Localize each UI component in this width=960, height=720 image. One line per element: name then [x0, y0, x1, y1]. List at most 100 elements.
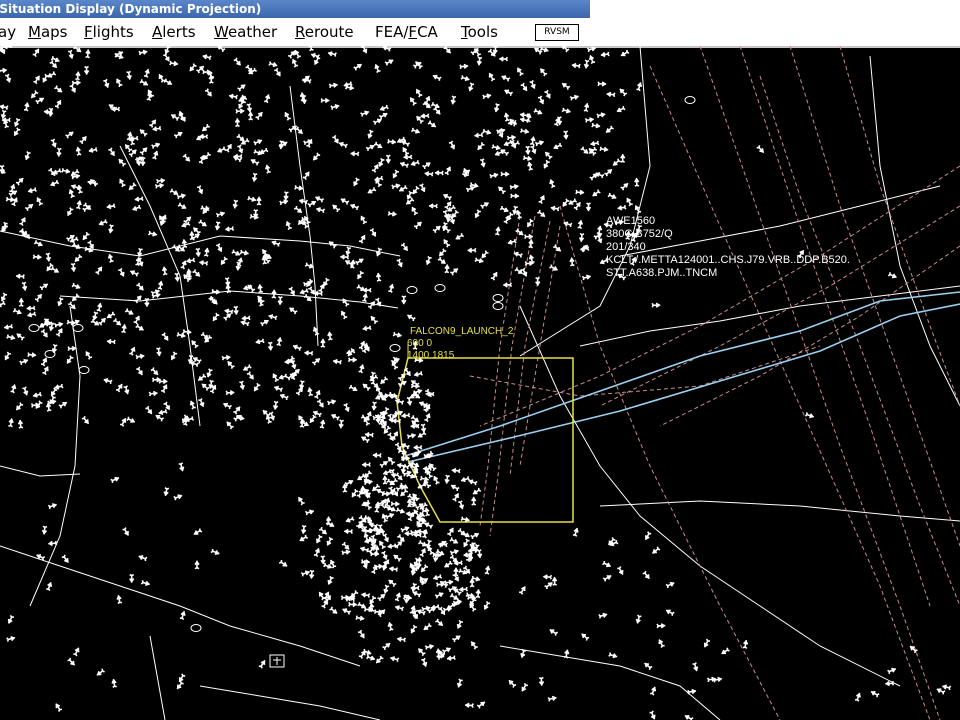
aircraft-icon[interactable] — [50, 387, 58, 397]
aircraft-icon[interactable] — [419, 476, 430, 482]
aircraft-icon[interactable] — [170, 351, 178, 361]
aircraft-icon[interactable] — [5, 73, 12, 83]
aircraft-icon[interactable] — [113, 318, 122, 326]
aircraft-icon[interactable] — [444, 579, 454, 586]
aircraft-icon[interactable] — [163, 401, 172, 411]
aircraft-icon[interactable] — [122, 527, 131, 537]
aircraft-icon[interactable] — [75, 71, 81, 81]
aircraft-icon[interactable] — [421, 657, 428, 667]
aircraft-icon[interactable] — [607, 192, 617, 200]
aircraft-icon[interactable] — [529, 79, 537, 89]
aircraft-icon[interactable] — [73, 46, 82, 53]
aircraft-icon[interactable] — [504, 88, 514, 96]
aircraft-icon[interactable] — [320, 555, 326, 565]
aircraft-icon[interactable] — [410, 206, 418, 216]
aircraft-icon[interactable] — [10, 384, 17, 394]
aircraft-icon[interactable] — [553, 143, 563, 150]
aircraft-icon[interactable] — [61, 554, 70, 564]
aircraft-icon[interactable] — [295, 126, 304, 135]
aircraft-icon[interactable] — [520, 648, 527, 659]
aircraft-icon[interactable] — [364, 527, 374, 534]
aircraft-icon[interactable] — [428, 203, 438, 209]
aircraft-icon[interactable] — [237, 144, 244, 154]
aircraft-icon[interactable] — [188, 63, 197, 73]
aircraft-icon[interactable] — [572, 527, 579, 537]
aircraft-icon[interactable] — [549, 264, 559, 272]
aircraft-icon[interactable] — [197, 373, 207, 382]
aircraft-icon[interactable] — [468, 82, 475, 92]
aircraft-icon[interactable] — [387, 456, 396, 465]
aircraft-icon[interactable] — [383, 584, 390, 594]
aircraft-icon[interactable] — [47, 503, 58, 510]
aircraft-icon[interactable] — [151, 142, 161, 149]
fea-polygon[interactable] — [396, 357, 574, 523]
aircraft-icon[interactable] — [267, 341, 274, 351]
aircraft-icon[interactable] — [395, 507, 405, 514]
aircraft-icon[interactable] — [348, 601, 358, 608]
aircraft-icon[interactable] — [571, 62, 581, 69]
aircraft-icon[interactable] — [110, 476, 120, 483]
aircraft-icon[interactable] — [195, 247, 201, 258]
aircraft-icon[interactable] — [472, 487, 482, 496]
aircraft-icon[interactable] — [332, 134, 340, 144]
aircraft-icon[interactable] — [69, 83, 77, 93]
aircraft-icon[interactable] — [47, 540, 58, 547]
aircraft-icon[interactable] — [390, 501, 400, 507]
aircraft-icon[interactable] — [651, 302, 661, 308]
aircraft-icon[interactable] — [519, 585, 527, 595]
aircraft-icon[interactable] — [363, 470, 372, 479]
aircraft-icon[interactable] — [256, 196, 262, 206]
aircraft-icon[interactable] — [482, 128, 492, 135]
aircraft-icon[interactable] — [406, 314, 416, 322]
aircraft-icon[interactable] — [382, 533, 390, 543]
aircraft-icon[interactable] — [338, 141, 348, 148]
aircraft-icon[interactable] — [410, 127, 421, 134]
aircraft-icon[interactable] — [46, 581, 53, 592]
aircraft-icon[interactable] — [936, 687, 946, 695]
aircraft-icon[interactable] — [21, 281, 28, 291]
aircraft-icon[interactable] — [508, 679, 517, 688]
aircraft-icon[interactable] — [189, 231, 195, 241]
aircraft-icon[interactable] — [409, 96, 417, 106]
aircraft-icon[interactable] — [24, 151, 31, 161]
aircraft-icon[interactable] — [54, 383, 64, 390]
aircraft-icon[interactable] — [79, 135, 88, 145]
aircraft-icon[interactable] — [246, 371, 255, 381]
aircraft-icon[interactable] — [434, 591, 444, 599]
aircraft-icon[interactable] — [288, 124, 298, 133]
aircraft-icon[interactable] — [340, 197, 350, 205]
aircraft-icon[interactable] — [148, 390, 158, 397]
aircraft-icon[interactable] — [756, 145, 765, 154]
aircraft-icon[interactable] — [8, 418, 14, 428]
aircraft-icon[interactable] — [618, 88, 628, 97]
aircraft-icon[interactable] — [602, 574, 612, 582]
aircraft-icon[interactable] — [253, 138, 263, 146]
aircraft-icon[interactable] — [515, 228, 525, 236]
aircraft-icon[interactable] — [47, 71, 57, 78]
aircraft-icon[interactable] — [467, 247, 477, 253]
aircraft-icon[interactable] — [524, 233, 534, 240]
aircraft-icon[interactable] — [384, 58, 394, 66]
aircraft-icon[interactable] — [591, 189, 601, 198]
aircraft-icon[interactable] — [549, 179, 556, 189]
aircraft-icon[interactable] — [56, 147, 62, 157]
aircraft-icon[interactable] — [134, 196, 144, 202]
aircraft-icon[interactable] — [135, 323, 145, 332]
aircraft-icon[interactable] — [129, 269, 139, 277]
aircraft-icon[interactable] — [526, 218, 534, 228]
aircraft-icon[interactable] — [212, 312, 220, 322]
aircraft-icon[interactable] — [277, 296, 283, 306]
aircraft-icon[interactable] — [361, 462, 371, 468]
aircraft-icon[interactable] — [221, 354, 231, 361]
aircraft-icon[interactable] — [444, 264, 450, 274]
aircraft-icon[interactable] — [85, 49, 91, 59]
aircraft-icon[interactable] — [450, 267, 459, 276]
aircraft-icon[interactable] — [34, 293, 43, 302]
aircraft-icon[interactable] — [251, 172, 258, 182]
aircraft-icon[interactable] — [424, 171, 434, 177]
aircraft-icon[interactable] — [27, 352, 37, 358]
aircraft-icon[interactable] — [178, 673, 186, 683]
aircraft-icon[interactable] — [538, 195, 546, 205]
aircraft-icon[interactable] — [116, 383, 124, 393]
aircraft-icon[interactable] — [108, 224, 114, 234]
